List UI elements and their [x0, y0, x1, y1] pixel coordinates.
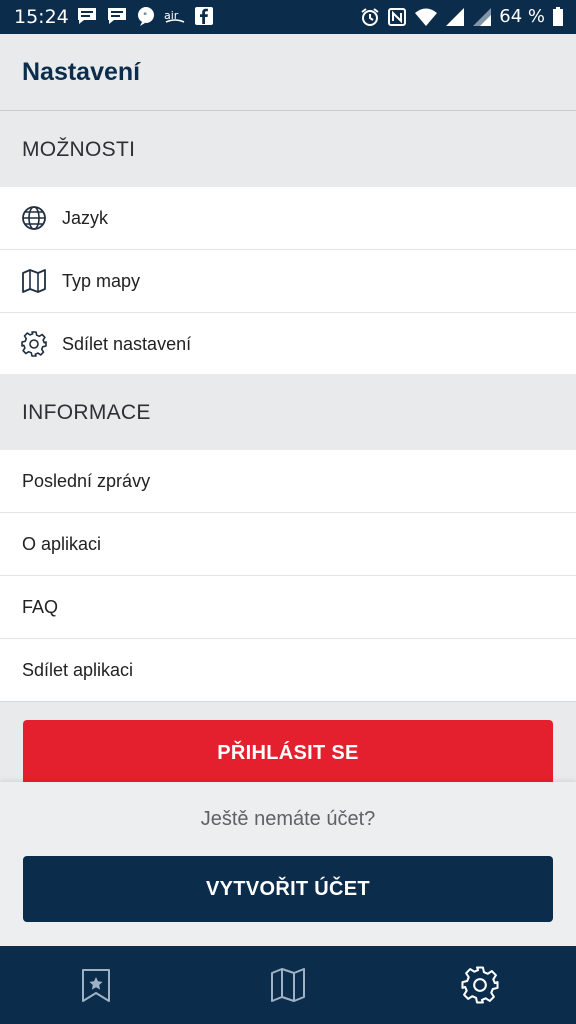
message-icon	[108, 8, 126, 24]
message-icon	[78, 8, 96, 24]
map-icon	[271, 968, 305, 1002]
settings-item-share-settings[interactable]: Sdílet nastavení	[0, 313, 576, 375]
tab-map[interactable]	[269, 966, 307, 1004]
settings-item-label: Sdílet nastavení	[62, 333, 192, 354]
air-icon: air	[164, 9, 185, 23]
map-icon	[22, 269, 46, 293]
info-item-label: Sdílet aplikaci	[22, 659, 134, 680]
signal-icon	[446, 7, 465, 26]
section-title-info: INFORMACE	[22, 401, 151, 424]
battery-percent: 64 %	[499, 6, 545, 27]
info-item-label: Poslední zprávy	[22, 470, 151, 491]
wifi-icon	[415, 8, 438, 26]
gear-icon	[461, 966, 499, 1004]
bottom-nav	[0, 946, 576, 1024]
section-header-options: MOŽNOSTI	[0, 111, 576, 187]
app-bar: Nastavení	[0, 34, 576, 111]
info-item-latest-news[interactable]: Poslední zprávy	[0, 450, 576, 513]
status-bar: 15:24 " air 64 %	[0, 0, 576, 34]
info-item-share-app[interactable]: Sdílet aplikaci	[0, 639, 576, 701]
globe-icon	[22, 206, 46, 230]
alarm-icon	[361, 7, 379, 26]
signal-icon	[473, 7, 492, 26]
info-item-about[interactable]: O aplikaci	[0, 513, 576, 576]
no-account-text: Ještě nemáte účet?	[200, 808, 376, 830]
battery-icon	[553, 6, 563, 26]
settings-item-label: Typ mapy	[62, 270, 141, 291]
notification-icons: " air	[76, 6, 214, 26]
status-time: 15:24	[14, 6, 69, 28]
info-item-label: O aplikaci	[22, 533, 102, 554]
facebook-icon	[195, 7, 213, 25]
info-item-faq[interactable]: FAQ	[0, 576, 576, 639]
settings-item-map-type[interactable]: Typ mapy	[0, 250, 576, 313]
login-button[interactable]: PŘIHLÁSIT SE	[23, 720, 553, 782]
page-title: Nastavení	[22, 58, 141, 86]
section-header-info: INFORMACE	[0, 374, 576, 450]
info-item-label: FAQ	[22, 596, 59, 617]
settings-item-language[interactable]: Jazyk	[0, 187, 576, 250]
nfc-icon	[388, 7, 407, 26]
account-panel: Ještě nemáte účet? VYTVOŘIT ÚČET	[0, 782, 576, 946]
settings-item-label: Jazyk	[62, 207, 109, 228]
svg-text:": "	[143, 12, 147, 22]
section-title-options: MOŽNOSTI	[22, 138, 136, 161]
tab-settings[interactable]	[461, 966, 499, 1004]
chat-bubble-icon: "	[138, 7, 154, 26]
bookmark-star-icon	[82, 969, 110, 1002]
info-list: Poslední zprávy O aplikaci FAQ Sdílet ap…	[0, 450, 576, 702]
options-list: Jazyk Typ mapy Sdílet nastavení	[0, 187, 576, 376]
create-account-button[interactable]: VYTVOŘIT ÚČET	[23, 856, 553, 922]
system-icons: 64 %	[360, 6, 564, 27]
tab-favorites[interactable]	[77, 966, 115, 1004]
gear-icon	[21, 331, 47, 357]
